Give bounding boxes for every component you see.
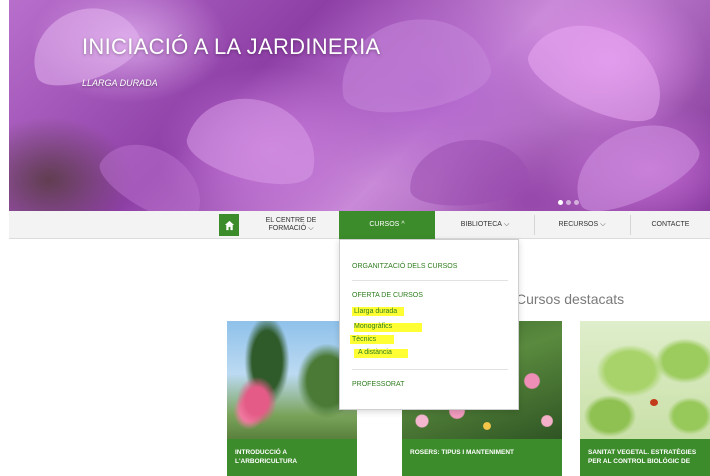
menu-divider	[352, 369, 508, 370]
nav-item-label: BIBLIOTECA	[460, 221, 502, 228]
home-button[interactable]	[219, 214, 239, 236]
slider-dot[interactable]	[566, 200, 571, 205]
course-card[interactable]: SANITAT VEGETAL. ESTRATÈGIES PER AL CONT…	[580, 321, 710, 476]
main-nav: EL CENTRE DE FORMACIÓ ⌵ CURSOS ^ BIBLIOTE…	[9, 211, 710, 239]
slider-dots	[558, 200, 579, 205]
hero-title: INICIACIÓ A LA JARDINERIA	[82, 34, 381, 59]
featured-courses-title: Cursos destacats	[516, 291, 625, 307]
nav-item-label: RECURSOS	[558, 221, 599, 228]
nav-item-label-line2: FORMACIÓ	[268, 225, 307, 232]
course-card-caption: SANITAT VEGETAL. ESTRATÈGIES PER AL CONT…	[580, 439, 710, 476]
petal-decoration	[332, 7, 496, 123]
nav-item-label-line1: EL CENTRE DE	[265, 217, 317, 224]
course-card-caption: INTRODUCCIÓ A L'ARBORICULTURA	[227, 439, 357, 476]
nav-item-recursos[interactable]: RECURSOS ⌵	[535, 211, 629, 239]
menu-subitem-a-distancia[interactable]: A distància	[358, 349, 392, 356]
nav-item-label: CURSOS	[369, 221, 400, 228]
course-card[interactable]: INTRODUCCIÓ A L'ARBORICULTURA	[227, 321, 357, 476]
menu-subitem-llarga-durada[interactable]: Llarga durada	[354, 308, 397, 315]
menu-subitem-monografics[interactable]: Monogràfics	[354, 323, 392, 330]
hero-banner: INICIACIÓ A LA JARDINERIA LLARGA DURADA	[9, 0, 710, 211]
menu-divider	[352, 280, 508, 281]
nav-item-contacte[interactable]: CONTACTE	[631, 211, 710, 239]
nav-item-biblioteca[interactable]: BIBLIOTECA ⌵	[437, 211, 533, 239]
chevron-down-icon: ⌵	[503, 221, 510, 228]
menu-item-organitzacio[interactable]: ORGANITZACIÓ DELS CURSOS	[352, 263, 457, 270]
course-card-image	[227, 321, 357, 439]
nav-item-label: CONTACTE	[651, 221, 690, 228]
home-icon	[224, 220, 234, 230]
slider-dot[interactable]	[574, 200, 579, 205]
menu-item-oferta-cursos[interactable]: OFERTA DE CURSOS	[352, 292, 423, 299]
course-card-image	[580, 321, 710, 439]
nav-item-centre-formacio[interactable]: EL CENTRE DE FORMACIÓ ⌵	[245, 211, 337, 239]
slider-dot[interactable]	[558, 200, 563, 205]
petal-decoration	[406, 134, 532, 211]
chevron-down-icon: ⌵	[600, 221, 606, 228]
petal-decoration	[180, 84, 328, 196]
course-card-caption: ROSERS: TIPUS I MANTENIMENT	[402, 439, 562, 476]
ladybug-icon	[650, 399, 658, 406]
petal-decoration	[518, 4, 680, 136]
menu-subitem-tecnics[interactable]: Tècnics	[352, 336, 376, 343]
nav-item-cursos[interactable]: CURSOS ^	[339, 211, 435, 239]
petal-decoration	[560, 105, 708, 211]
cursos-dropdown-menu: ORGANITZACIÓ DELS CURSOS OFERTA DE CURSO…	[339, 239, 519, 410]
chevron-up-icon: ^	[401, 221, 405, 228]
menu-item-professorat[interactable]: PROFESSORAT	[352, 381, 404, 388]
hero-subtitle: LLARGA DURADA	[82, 78, 158, 88]
chevron-down-icon: ⌵	[308, 225, 314, 232]
nav-item-label: EL CENTRE DE FORMACIÓ ⌵	[266, 217, 317, 233]
